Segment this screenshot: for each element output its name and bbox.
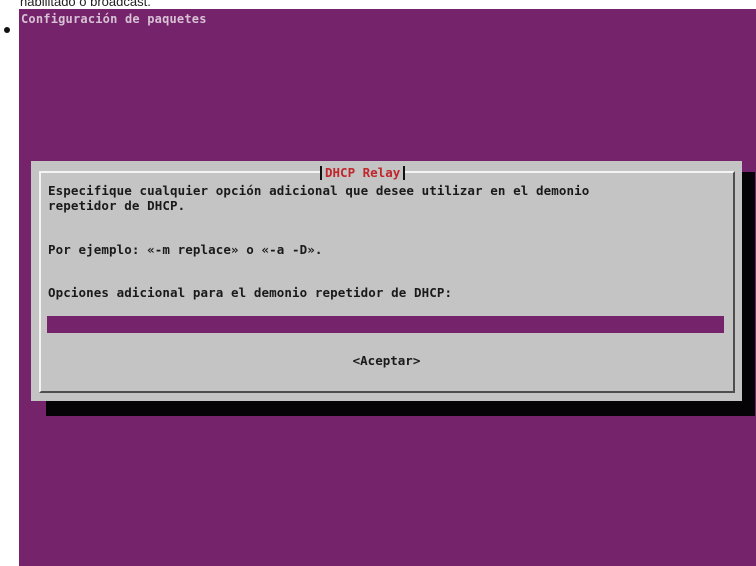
dhcp-options-input[interactable]	[47, 316, 724, 333]
caption-text: habilitado o broadcast.	[20, 0, 151, 9]
accept-button[interactable]: <Aceptar>	[31, 353, 742, 368]
description-line-1: Especifique cualquier opción adicional q…	[48, 183, 590, 198]
dhcp-relay-dialog: DHCP Relay Especifique cualquier opción …	[31, 161, 742, 401]
console-title: Configuración de paquetes	[21, 12, 207, 26]
description-line-2: repetidor de DHCP.	[48, 198, 186, 213]
example-text: Por ejemplo: «-m replace» o «-a -D».	[48, 242, 323, 257]
list-bullet	[4, 27, 10, 33]
options-prompt: Opciones adicional para el demonio repet…	[48, 285, 453, 300]
installer-console: Configuración de paquetes DHCP Relay Esp…	[19, 9, 756, 566]
dialog-title: DHCP Relay	[319, 164, 406, 182]
